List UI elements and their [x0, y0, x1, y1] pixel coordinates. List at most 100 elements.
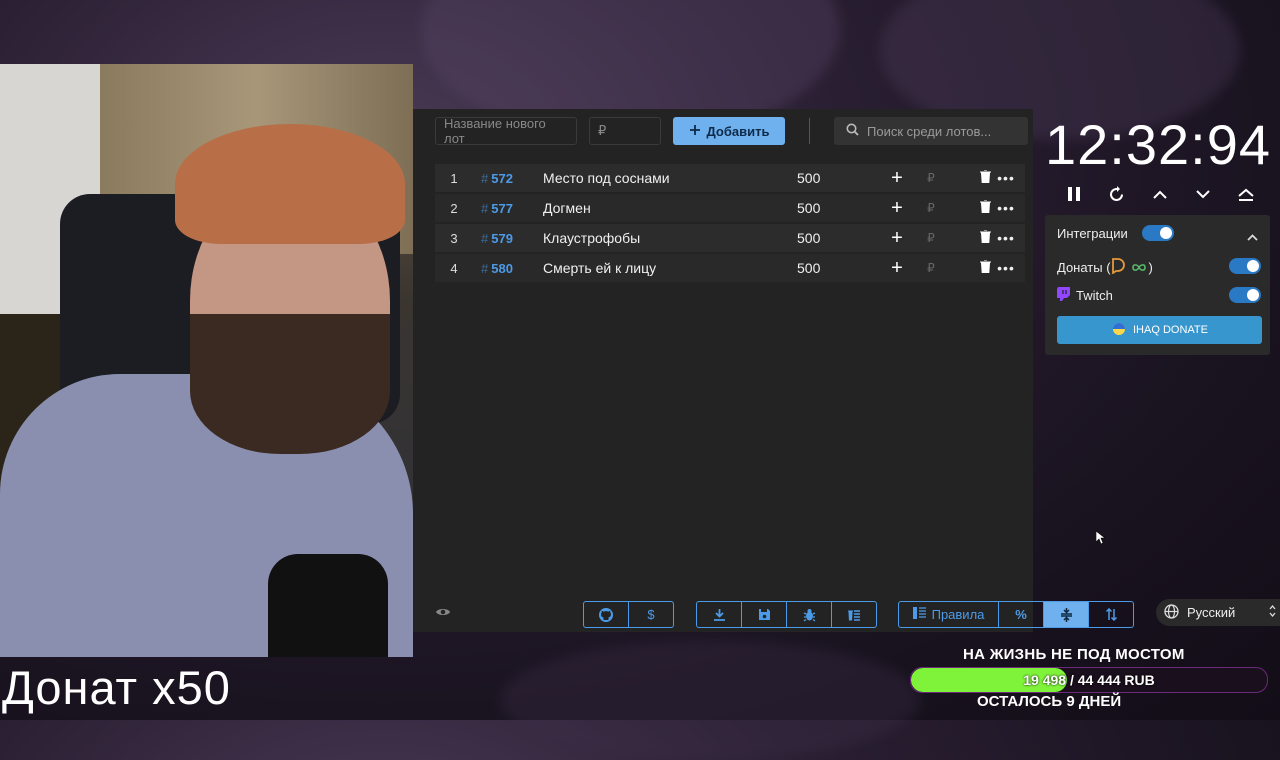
percent-button[interactable]: %	[999, 602, 1044, 627]
twitch-toggle[interactable]	[1229, 287, 1261, 303]
dollar-icon[interactable]: $	[629, 602, 673, 627]
integrations-title: Интеграции	[1057, 225, 1128, 241]
lot-search-input[interactable]: Поиск среди лотов...	[834, 117, 1028, 145]
lot-index: 4	[450, 260, 458, 276]
clear-list-icon[interactable]	[832, 602, 876, 627]
donations-label: Донаты (	[1057, 260, 1111, 275]
lot-id[interactable]: #572	[473, 171, 543, 186]
lot-name[interactable]: Догмен	[543, 200, 797, 216]
donations-row: Донаты ( )	[1057, 258, 1153, 277]
lot-list: 1 #572 Место под соснами 500 + ₽ ••• 2 #…	[435, 164, 1025, 284]
add-amount-button[interactable]: +	[883, 167, 911, 190]
lot-index: 2	[450, 200, 458, 216]
compress-icon[interactable]	[1044, 602, 1089, 627]
links-button-group: $	[583, 601, 674, 628]
new-lot-amount-input[interactable]: ₽	[589, 117, 661, 145]
add-lot-label: Добавить	[706, 123, 770, 139]
rules-label: Правила	[931, 607, 985, 622]
lot-amount: 500	[797, 170, 821, 186]
ihaq-donate-label: IHAQ DONATE	[1133, 324, 1208, 336]
integrations-panel: Интеграции Донаты ( ) Twitch IHAQ DONATE	[1045, 215, 1270, 355]
add-amount-button[interactable]: +	[883, 257, 911, 280]
add-amount-button[interactable]: +	[883, 197, 911, 220]
add-amount-button[interactable]: +	[883, 227, 911, 250]
file-button-group	[696, 601, 877, 628]
lot-row[interactable]: 4 #580 Смерть ей к лицу 500 + ₽ •••	[435, 254, 1025, 282]
integrations-toggle[interactable]	[1141, 225, 1174, 241]
trash-icon[interactable]	[951, 199, 991, 216]
twitch-icon	[1057, 287, 1070, 304]
more-options-icon[interactable]: •••	[991, 170, 1021, 186]
donations-toggle[interactable]	[1229, 258, 1261, 274]
new-lot-name-input[interactable]: Название нового лот	[435, 116, 577, 146]
donationalerts-icon	[1111, 258, 1125, 277]
background-fold	[500, 640, 920, 760]
lot-id[interactable]: #580	[473, 261, 543, 276]
more-options-icon[interactable]: •••	[991, 260, 1021, 276]
double-chevron-up-icon[interactable]	[1224, 180, 1267, 208]
rules-icon	[912, 607, 926, 622]
reset-icon[interactable]	[1095, 180, 1138, 208]
ihaq-donate-button[interactable]: IHAQ DONATE	[1057, 316, 1262, 344]
chevron-up-icon[interactable]	[1138, 180, 1181, 208]
add-lot-button[interactable]: Добавить	[673, 117, 785, 145]
lot-currency: ₽	[927, 171, 935, 185]
trash-icon[interactable]	[951, 259, 991, 276]
sort-icon[interactable]	[1089, 602, 1133, 627]
language-selected: Русский	[1187, 605, 1236, 620]
mode-button-group: Правила %	[898, 601, 1134, 628]
language-select[interactable]: Русский	[1156, 599, 1280, 626]
donate-multiplier-overlay: Донат x50	[2, 661, 231, 714]
goal-remaining: ОСТАЛОСЬ 9 ДНЕЙ	[977, 693, 1122, 710]
lot-id[interactable]: #579	[473, 231, 543, 246]
twitch-row: Twitch	[1057, 287, 1113, 304]
chevron-up-icon[interactable]	[1247, 228, 1258, 246]
lot-currency: ₽	[927, 201, 935, 215]
webcam-microphone	[268, 554, 388, 657]
download-icon[interactable]	[697, 602, 742, 627]
webcam-person-beard	[190, 314, 390, 454]
lot-row[interactable]: 1 #572 Место под соснами 500 + ₽ •••	[435, 164, 1025, 192]
save-icon[interactable]	[742, 602, 787, 627]
goal-progress-text: 19 498 / 44 444 RUB	[1023, 672, 1155, 688]
bottom-toolbar: $ Правила %	[413, 599, 1134, 629]
lot-index: 1	[450, 170, 458, 186]
integrations-header: Интеграции	[1057, 225, 1174, 241]
lot-amount: 500	[797, 260, 821, 276]
select-arrows-icon	[1269, 604, 1276, 620]
search-placeholder: Поиск среди лотов...	[867, 123, 992, 139]
pause-icon[interactable]	[1052, 180, 1095, 208]
lot-row[interactable]: 2 #577 Догмен 500 + ₽ •••	[435, 194, 1025, 222]
timer-controls	[1052, 180, 1267, 208]
bug-icon[interactable]	[787, 602, 832, 627]
chevron-down-icon[interactable]	[1181, 180, 1224, 208]
lot-id[interactable]: #577	[473, 201, 543, 216]
lot-name[interactable]: Клаустрофобы	[543, 230, 797, 246]
auction-panel: Название нового лот ₽ Добавить Поиск сре…	[413, 109, 1134, 632]
ihaq-logo-icon	[1111, 322, 1127, 339]
webcam-feed	[0, 64, 413, 657]
plus-icon	[689, 124, 701, 139]
lot-name[interactable]: Смерть ей к лицу	[543, 260, 797, 276]
lot-amount: 500	[797, 230, 821, 246]
lot-amount: 500	[797, 200, 821, 216]
infinity-icon	[1131, 260, 1147, 275]
lot-name[interactable]: Место под соснами	[543, 170, 797, 186]
rules-button[interactable]: Правила	[899, 602, 999, 627]
donations-suffix: )	[1148, 260, 1153, 275]
trash-icon[interactable]	[951, 229, 991, 246]
lot-row[interactable]: 3 #579 Клаустрофобы 500 + ₽ •••	[435, 224, 1025, 252]
globe-icon	[1164, 603, 1179, 622]
goal-title: НА ЖИЗНЬ НЕ ПОД МОСТОМ	[963, 646, 1185, 663]
eye-icon[interactable]	[435, 605, 451, 623]
more-options-icon[interactable]: •••	[991, 200, 1021, 216]
toolbar-divider	[809, 118, 810, 144]
trash-icon[interactable]	[951, 169, 991, 186]
search-icon	[846, 123, 859, 139]
mouse-cursor-icon	[1095, 530, 1106, 550]
twitch-label: Twitch	[1076, 288, 1113, 303]
webcam-person-cap	[175, 124, 405, 244]
more-options-icon[interactable]: •••	[991, 230, 1021, 246]
lot-currency: ₽	[927, 261, 935, 275]
github-icon[interactable]	[584, 602, 629, 627]
